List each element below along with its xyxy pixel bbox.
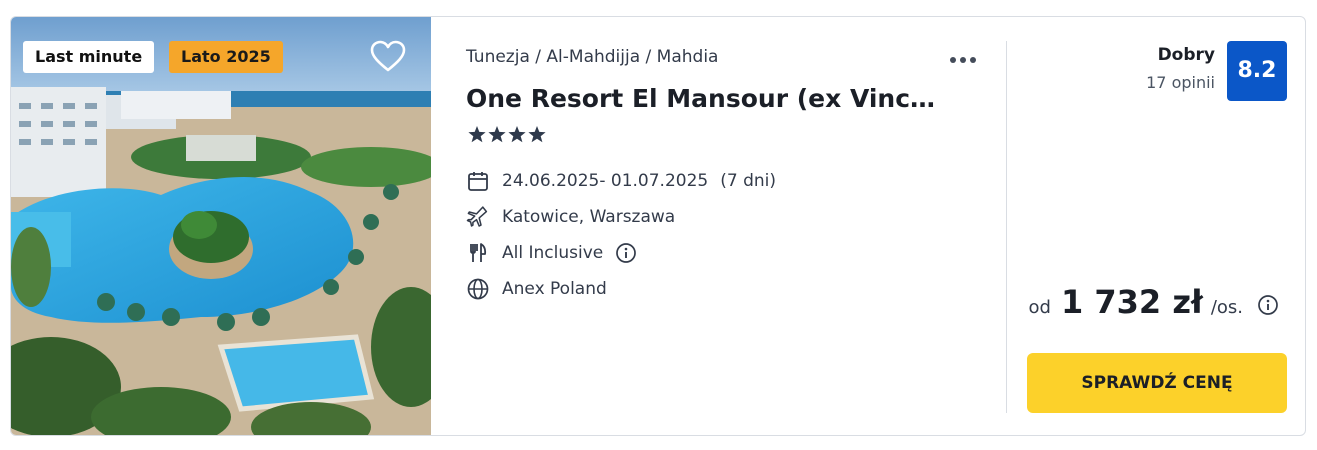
price-amount: 1 732 zł: [1060, 283, 1203, 321]
tour-operator: Anex Poland: [502, 279, 607, 299]
heart-outline-icon: [370, 40, 406, 72]
cutlery-icon: [466, 241, 490, 265]
calendar-icon: [466, 169, 490, 193]
price-info-icon[interactable]: [1257, 294, 1279, 316]
more-options-button[interactable]: [950, 47, 980, 71]
board-row: All Inclusive: [466, 240, 637, 266]
hotel-pool-image: [11, 17, 431, 435]
operator-row: Anex Poland: [466, 276, 607, 302]
star-rating: [468, 126, 546, 143]
location-breadcrumb[interactable]: Tunezja / Al-Mahdijja / Mahdia: [466, 47, 718, 67]
hotel-name[interactable]: One Resort El Mansour (ex Vinc…: [466, 84, 966, 113]
travel-dates: 24.06.2025- 01.07.2025: [502, 171, 709, 191]
price-unit: /os.: [1210, 297, 1243, 318]
board-type: All Inclusive: [502, 243, 604, 263]
season-badge: Lato 2025: [169, 41, 283, 73]
offer-card[interactable]: Last minute Lato 2025 Tunezja / Al-Mahdi…: [10, 16, 1306, 436]
price: od 1 732 zł /os.: [1029, 283, 1279, 321]
favorite-button[interactable]: [368, 37, 408, 77]
departure-row: Katowice, Warszawa: [466, 204, 675, 230]
offer-details: Tunezja / Al-Mahdijja / Mahdia One Resor…: [466, 17, 1006, 435]
info-icon[interactable]: [615, 242, 637, 264]
globe-icon: [466, 277, 490, 301]
departure-airports: Katowice, Warszawa: [502, 207, 676, 227]
star-icon: [528, 126, 546, 143]
trip-duration: (7 dni): [720, 171, 776, 191]
rating-label: Dobry: [1157, 45, 1215, 65]
star-icon: [508, 126, 526, 143]
dates-row: 24.06.2025- 01.07.2025 (7 dni): [466, 168, 776, 194]
star-icon: [468, 126, 486, 143]
price-prefix: od: [1028, 297, 1051, 318]
more-dots-icon: [950, 57, 956, 63]
last-minute-badge: Last minute: [23, 41, 155, 73]
hotel-photo[interactable]: Last minute Lato 2025: [11, 17, 431, 435]
check-price-button[interactable]: SPRAWDŹ CENĘ: [1027, 353, 1287, 413]
reviews-count[interactable]: 17 opinii: [1146, 73, 1215, 92]
rating-score-badge: 8.2: [1227, 41, 1287, 101]
airplane-icon: [466, 205, 490, 229]
star-icon: [488, 126, 506, 143]
section-divider: [1006, 41, 1007, 413]
